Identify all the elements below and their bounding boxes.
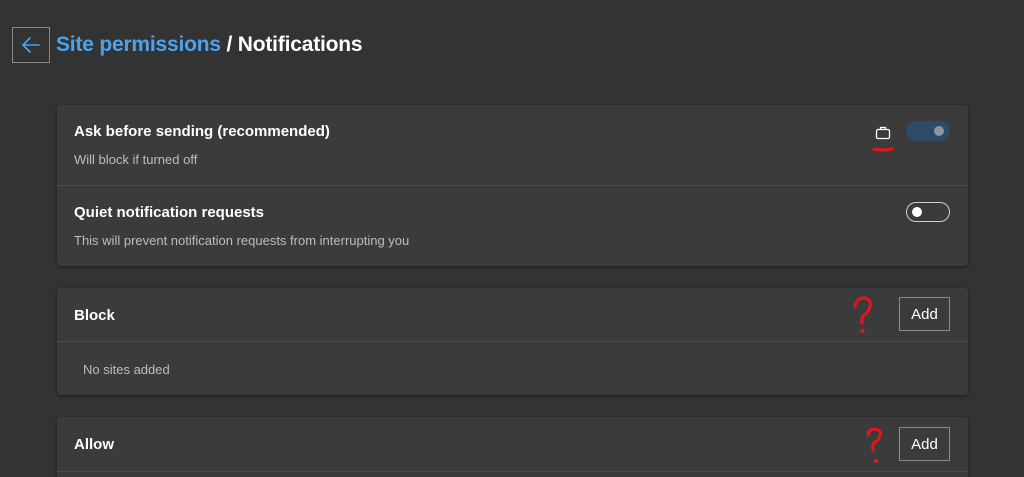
- ask-before-sending-row: Ask before sending (recommended) Will bl…: [57, 105, 968, 185]
- ask-before-sending-toggle[interactable]: [906, 121, 950, 141]
- allow-title: Allow: [74, 436, 114, 453]
- block-header-row: Block Add: [57, 288, 968, 341]
- arrow-left-icon: [22, 37, 40, 53]
- breadcrumb-separator: /: [220, 33, 238, 56]
- breadcrumb-site-permissions-link[interactable]: Site permissions: [56, 33, 221, 56]
- block-empty-text: No sites added: [83, 362, 170, 377]
- header: Site permissions / Notifications: [12, 26, 363, 64]
- quiet-requests-subtitle: This will prevent notification requests …: [74, 233, 410, 248]
- divider: [57, 341, 968, 342]
- page-title: Notifications: [237, 33, 363, 56]
- question-mark-icon: [853, 296, 872, 333]
- notifications-settings-page: Site permissions / Notifications Ask bef…: [0, 0, 1024, 477]
- question-mark-icon: [866, 427, 882, 463]
- ask-before-sending-title: Ask before sending (recommended): [74, 123, 330, 140]
- divider: [57, 471, 968, 472]
- notification-settings-card: Ask before sending (recommended) Will bl…: [57, 105, 968, 266]
- back-button[interactable]: [12, 27, 50, 63]
- quiet-requests-toggle[interactable]: [906, 202, 950, 222]
- block-section-card: Block Add No sites added: [57, 288, 968, 395]
- toggle-knob: [934, 126, 944, 136]
- block-add-button[interactable]: Add: [899, 297, 950, 331]
- ask-before-sending-subtitle: Will block if turned off: [74, 152, 198, 167]
- briefcase-icon: [875, 126, 891, 140]
- toggle-knob: [912, 207, 922, 217]
- red-underline-mark: [872, 147, 894, 152]
- quiet-requests-title: Quiet notification requests: [74, 204, 265, 221]
- block-title: Block: [74, 307, 115, 324]
- breadcrumb: Site permissions / Notifications: [56, 33, 363, 57]
- allow-header-row: Allow Add: [57, 417, 968, 470]
- quiet-requests-row: Quiet notification requests This will pr…: [57, 186, 968, 266]
- allow-add-button[interactable]: Add: [899, 427, 950, 461]
- allow-section-card: Allow Add: [57, 417, 968, 477]
